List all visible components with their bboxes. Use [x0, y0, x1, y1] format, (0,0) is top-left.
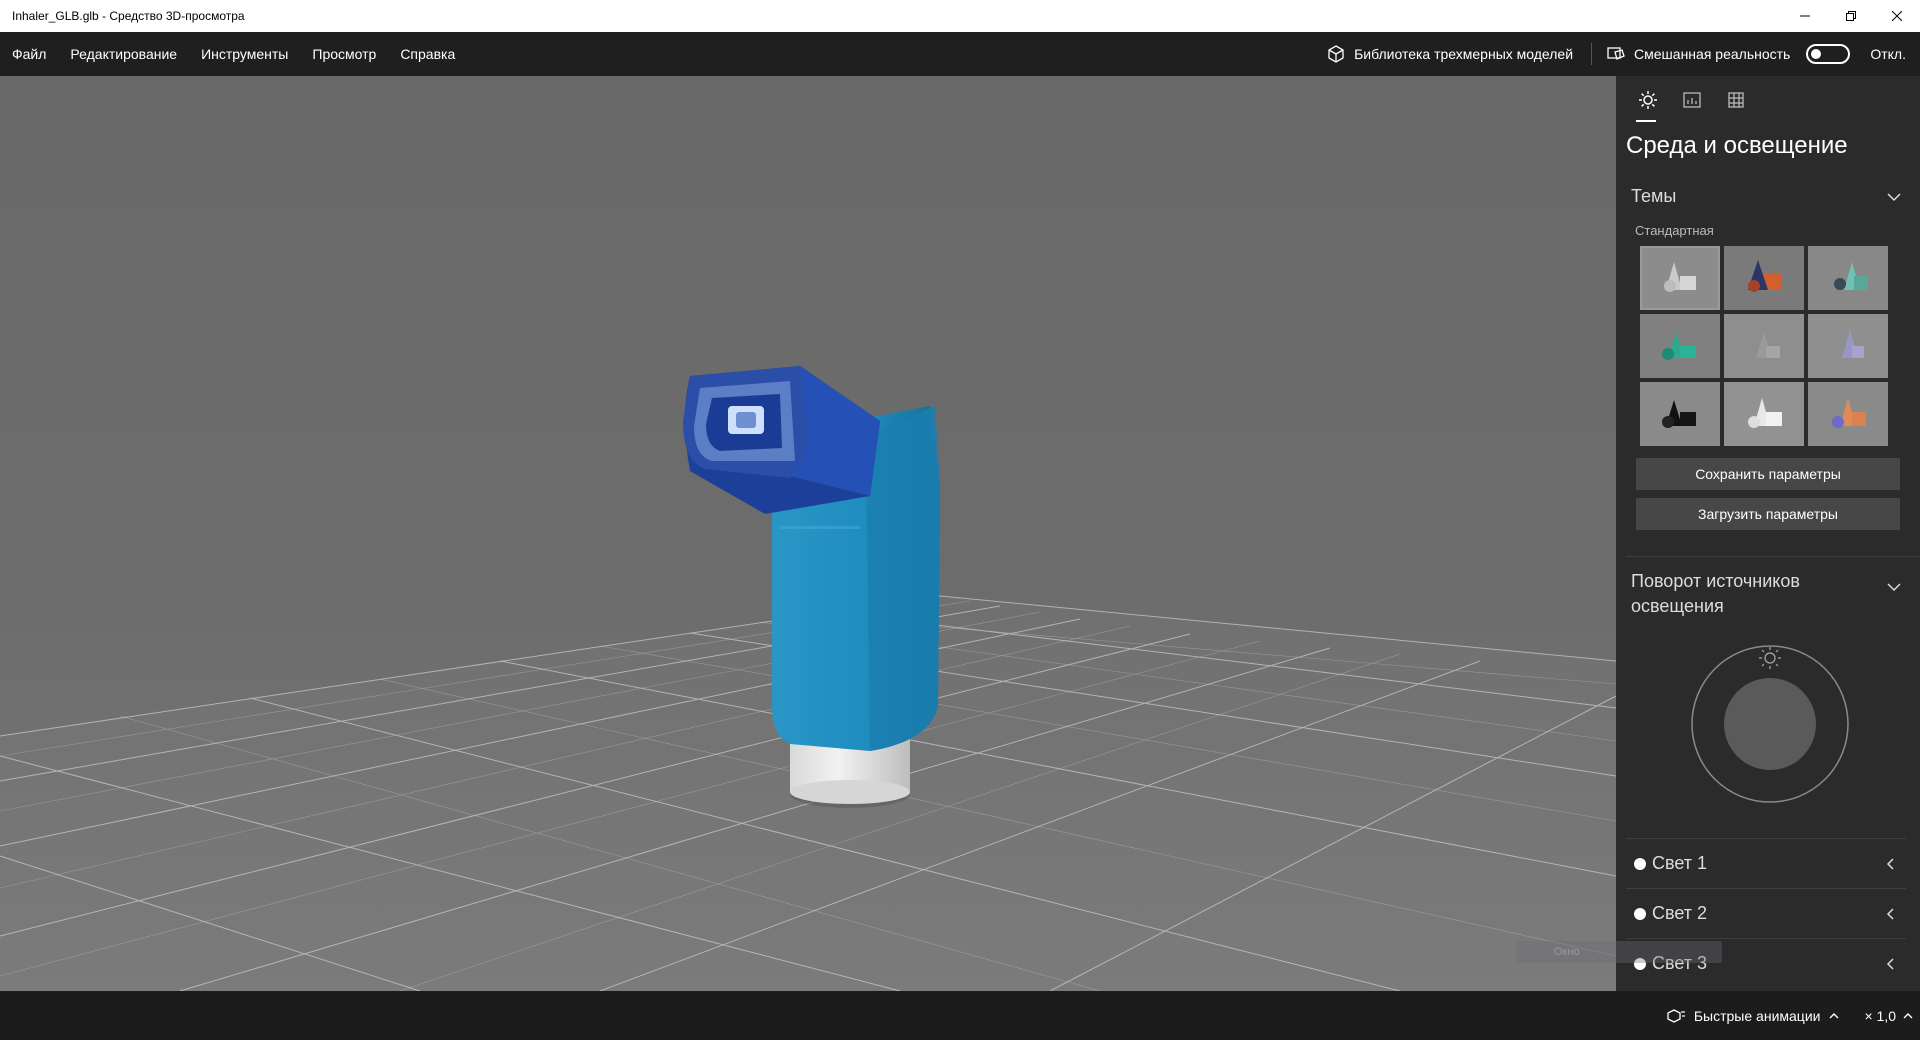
menu-divider — [1591, 43, 1593, 65]
light-1-label: Свет 1 — [1652, 853, 1708, 873]
light-rotation-header[interactable]: Поворот источников освещения — [1616, 557, 1920, 619]
theme-thumbnail[interactable] — [1724, 314, 1804, 378]
stats-icon — [1683, 92, 1701, 108]
theme-preview — [1724, 314, 1804, 378]
light-rotation-label: Поворот источников освещения — [1631, 571, 1800, 616]
light-1-row[interactable]: Свет 1 — [1626, 838, 1906, 888]
themes-label: Темы — [1631, 186, 1677, 206]
animation-icon — [1667, 1008, 1685, 1023]
restore-button[interactable] — [1828, 0, 1874, 32]
light-2-label: Свет 2 — [1652, 903, 1708, 923]
theme-thumbnail[interactable] — [1640, 314, 1720, 378]
close-button[interactable] — [1874, 0, 1920, 32]
theme-preview — [1808, 382, 1888, 446]
quick-animations-button[interactable]: Быстрые анимации — [1666, 1008, 1865, 1024]
mixed-reality-toggle[interactable] — [1806, 44, 1851, 64]
theme-preview — [1640, 246, 1720, 310]
chevron-left-icon — [1886, 957, 1894, 970]
theme-grid — [1616, 246, 1920, 446]
save-settings-button[interactable]: Сохранить параметры — [1636, 458, 1900, 490]
menu-tools[interactable]: Инструменты — [189, 32, 300, 76]
menu-file[interactable]: Файл — [0, 32, 58, 76]
light-1-color-dot — [1634, 857, 1646, 870]
bottom-bar: Быстрые анимации × 1,0 — [0, 991, 1920, 1040]
3d-library-label: Библиотека трехмерных моделей — [1354, 46, 1574, 62]
minimize-button[interactable] — [1782, 0, 1828, 32]
quick-animations-label: Быстрые анимации — [1693, 1007, 1821, 1024]
themes-section-header[interactable]: Темы — [1616, 186, 1920, 207]
3d-library-button[interactable]: Библиотека трехмерных моделей — [1314, 32, 1585, 76]
menu-view[interactable]: Просмотр — [300, 32, 388, 76]
theme-thumbnail[interactable] — [1808, 314, 1888, 378]
theme-thumbnail[interactable] — [1808, 382, 1888, 446]
theme-thumbnail[interactable] — [1724, 246, 1804, 310]
restore-icon — [1846, 11, 1856, 21]
close-icon — [1892, 11, 1902, 21]
theme-thumbnail[interactable] — [1808, 246, 1888, 310]
panel-tabs — [1616, 76, 1920, 124]
toggle-knob — [1811, 49, 1822, 59]
speed-button[interactable]: × 1,0 — [1864, 1008, 1920, 1024]
themes-sub-label: Стандартная — [1635, 223, 1714, 238]
chevron-up-icon — [1829, 1012, 1839, 1018]
theme-preview — [1808, 314, 1888, 378]
light-2-row[interactable]: Свет 2 — [1626, 888, 1906, 938]
tab-grid[interactable] — [1714, 76, 1758, 124]
theme-preview — [1724, 246, 1804, 310]
theme-preview — [1640, 314, 1720, 378]
tab-environment[interactable] — [1626, 76, 1670, 124]
grid-icon — [1728, 92, 1744, 108]
toggle-state-label: Откл. — [1870, 46, 1906, 62]
title-bar: Inhaler_GLB.glb - Средство 3D-просмотра — [0, 0, 1920, 32]
tab-stats[interactable] — [1670, 76, 1714, 124]
cube-icon — [1328, 45, 1344, 63]
light-2-color-dot — [1634, 907, 1646, 920]
3d-viewport[interactable] — [0, 76, 1616, 991]
light-source-sun-icon[interactable] — [1758, 646, 1782, 670]
speed-label: × 1,0 — [1864, 1007, 1896, 1024]
theme-thumbnail[interactable] — [1724, 382, 1804, 446]
theme-preview — [1808, 246, 1888, 310]
mixed-reality-label: Смешанная реальность — [1634, 46, 1791, 62]
panel-title: Среда и освещение — [1626, 132, 1848, 159]
chevron-down-icon — [1887, 583, 1901, 592]
theme-preview — [1724, 382, 1804, 446]
theme-preview — [1640, 382, 1720, 446]
chevron-left-icon — [1886, 907, 1894, 920]
chevron-left-icon — [1886, 857, 1894, 870]
environment-panel: Среда и освещение Темы Стандартная Сохра… — [1616, 76, 1920, 991]
scene-canvas — [0, 366, 1616, 991]
window-title: Inhaler_GLB.glb - Средство 3D-просмотра — [12, 9, 245, 23]
mixed-reality-icon — [1607, 47, 1625, 60]
chevron-down-icon — [1887, 192, 1901, 201]
chevron-up-icon — [1903, 1012, 1913, 1018]
theme-thumbnail[interactable] — [1640, 382, 1720, 446]
mixed-reality-button[interactable]: Смешанная реальность Откл. — [1598, 32, 1920, 76]
menu-bar: Файл Редактирование Инструменты Просмотр… — [0, 32, 1920, 76]
minimize-icon — [1800, 15, 1810, 17]
menu-help[interactable]: Справка — [388, 32, 467, 76]
theme-thumbnail[interactable] — [1640, 246, 1720, 310]
load-settings-button[interactable]: Загрузить параметры — [1636, 498, 1900, 530]
menu-edit[interactable]: Редактирование — [58, 32, 189, 76]
ghost-overlay: Окно — [1516, 941, 1722, 963]
sun-icon — [1639, 91, 1657, 109]
